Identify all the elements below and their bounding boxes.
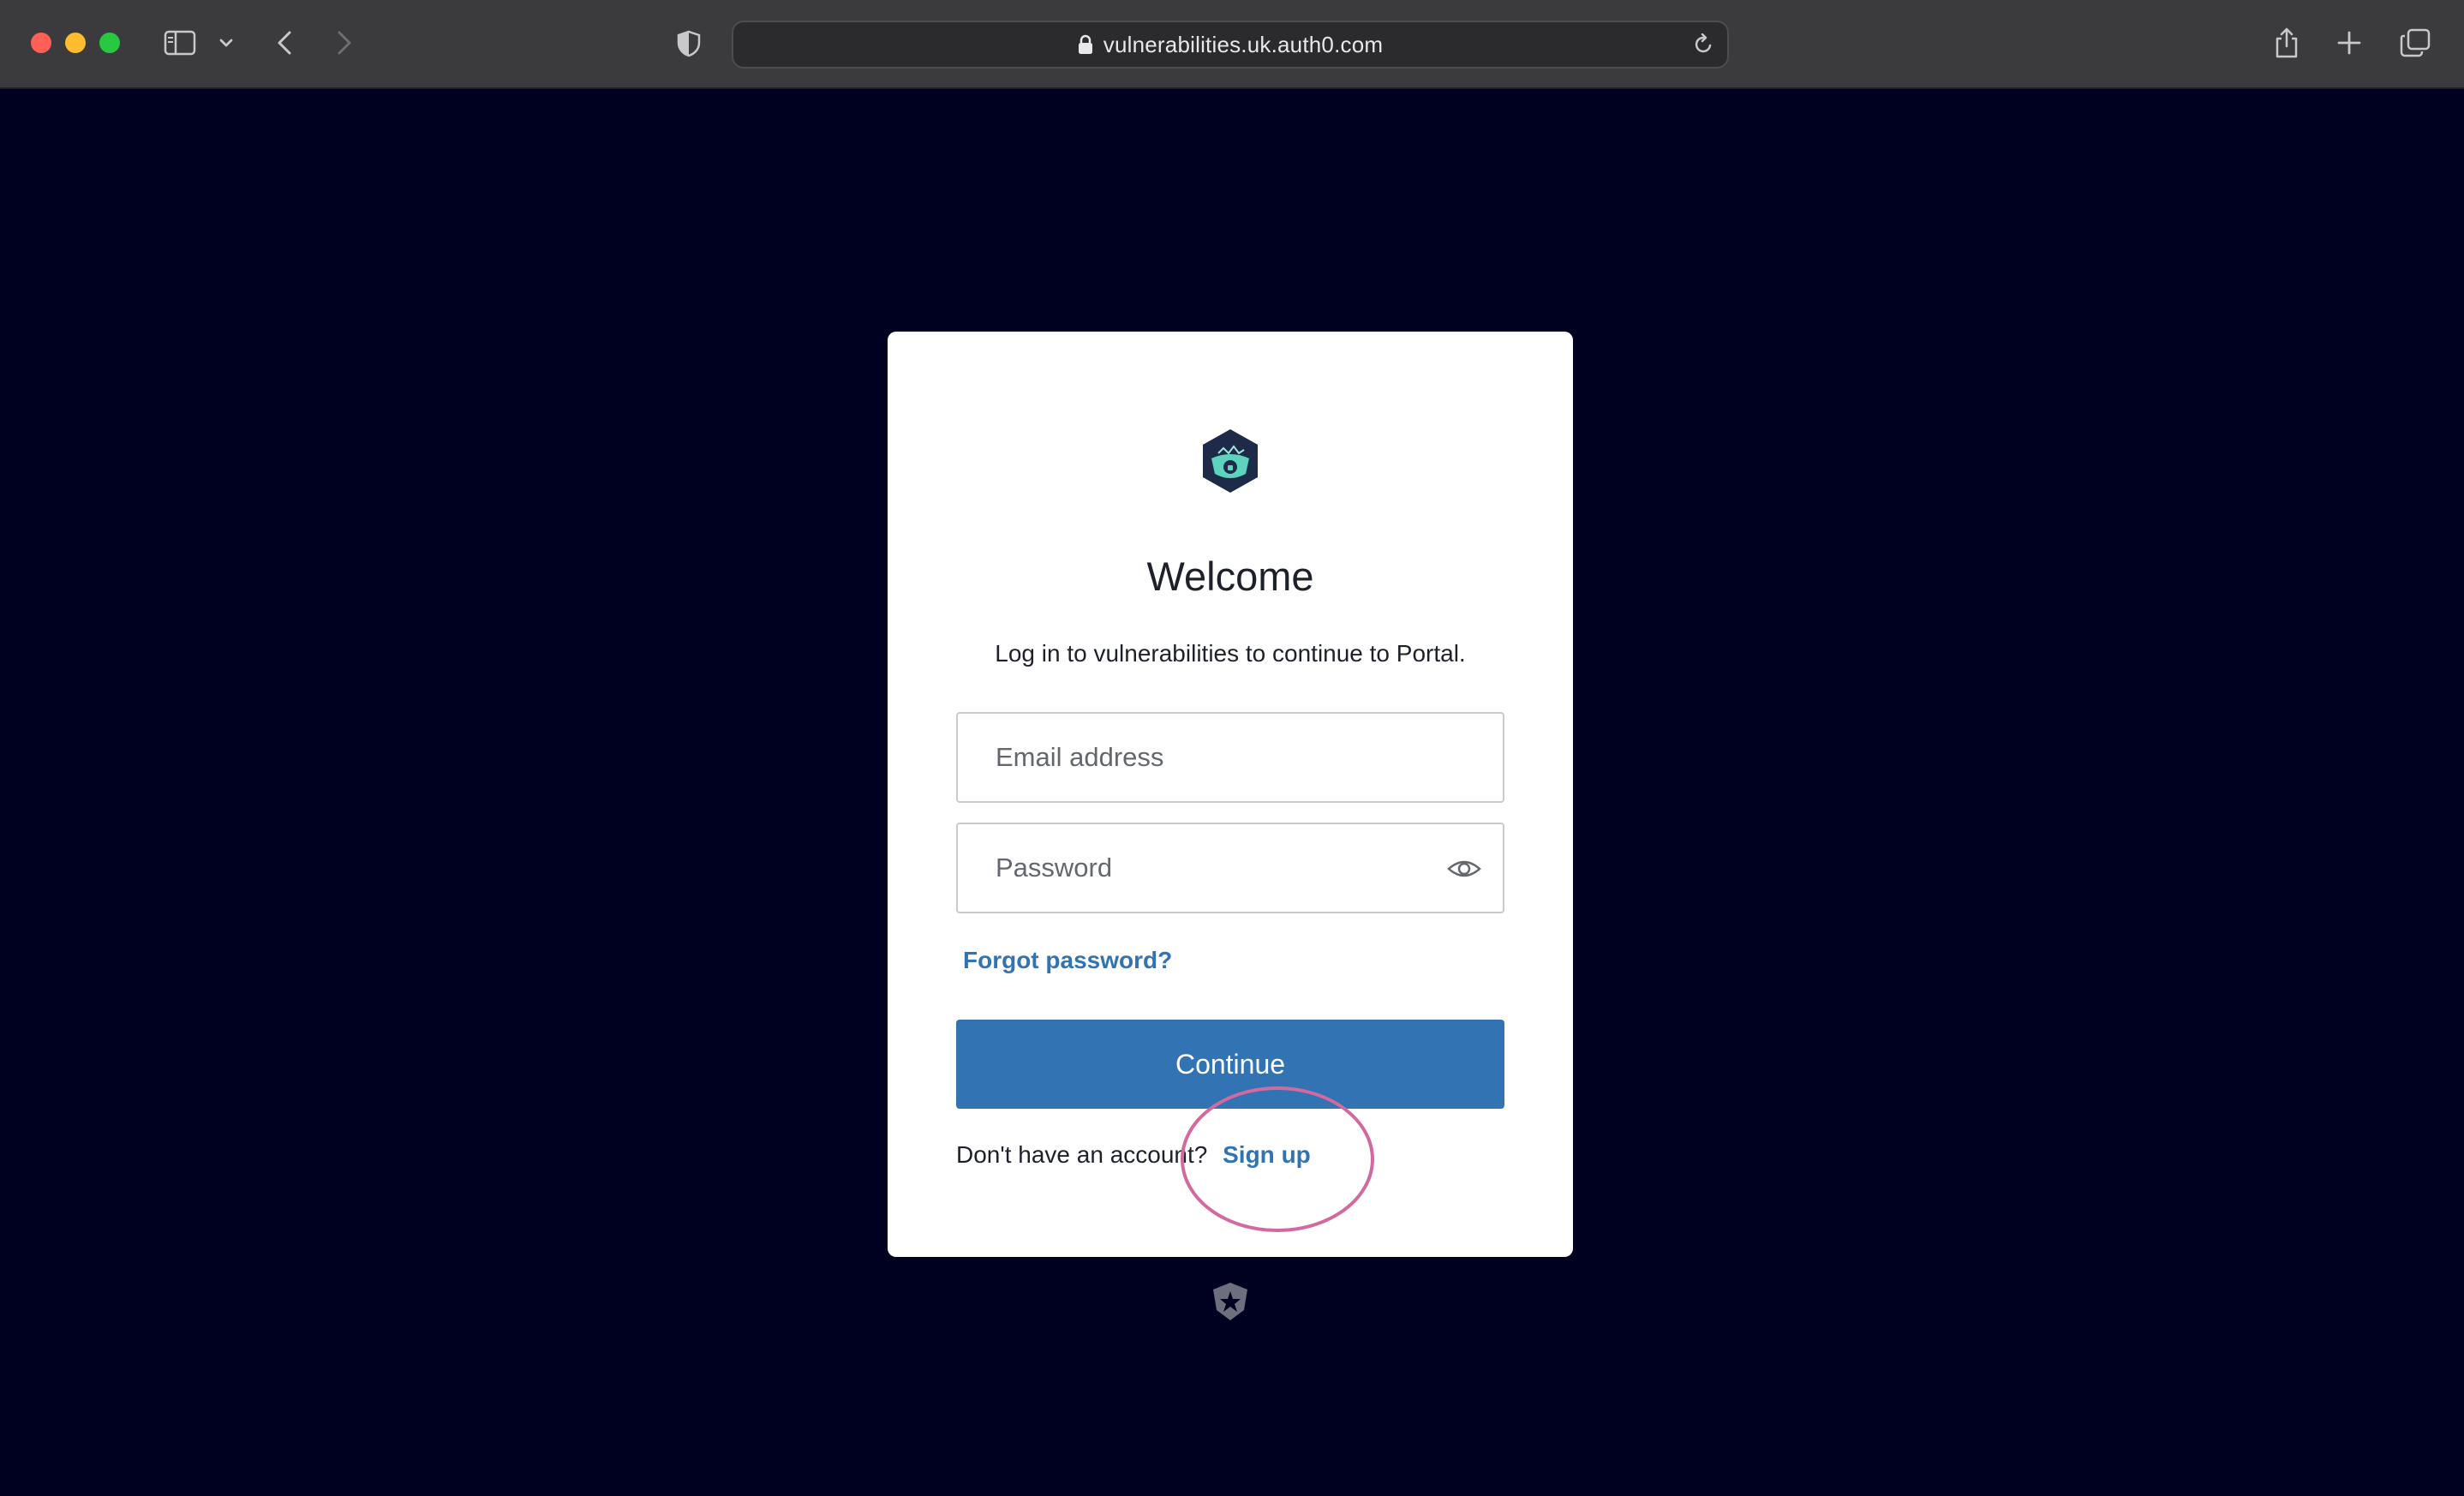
show-password-icon[interactable] xyxy=(1446,855,1482,883)
signup-prompt: Don't have an account? xyxy=(956,1141,1208,1168)
back-icon[interactable] xyxy=(272,27,296,58)
login-card: Welcome Log in to vulnerabilities to con… xyxy=(888,332,1573,1257)
signup-row: Don't have an account? Sign up xyxy=(956,1141,1311,1169)
forward-icon[interactable] xyxy=(332,27,356,58)
auth0-logo-icon xyxy=(1211,1281,1250,1322)
close-window-button[interactable] xyxy=(31,33,51,53)
tab-overview-icon[interactable] xyxy=(2399,27,2431,58)
app-logo xyxy=(1199,428,1261,494)
address-bar[interactable]: vulnerabilities.uk.auth0.com xyxy=(732,21,1729,69)
browser-toolbar: vulnerabilities.uk.auth0.com xyxy=(0,0,2464,89)
page-title: Welcome xyxy=(1146,554,1314,599)
url-text: vulnerabilities.uk.auth0.com xyxy=(1103,31,1384,57)
password-input[interactable] xyxy=(958,824,1503,912)
reload-icon[interactable] xyxy=(1693,33,1715,57)
share-icon[interactable] xyxy=(2272,26,2301,60)
page-subtitle: Log in to vulnerabilities to continue to… xyxy=(995,640,1466,667)
continue-button[interactable]: Continue xyxy=(956,1020,1504,1109)
email-field xyxy=(956,712,1504,803)
maximize-window-button[interactable] xyxy=(99,33,120,53)
shield-icon[interactable] xyxy=(675,29,703,58)
minimize-window-button[interactable] xyxy=(65,33,86,53)
sidebar-icon[interactable] xyxy=(163,29,197,57)
password-field xyxy=(956,823,1504,913)
forgot-password-link[interactable]: Forgot password? xyxy=(963,947,1172,974)
email-input[interactable] xyxy=(958,714,1503,801)
plus-icon[interactable] xyxy=(2335,29,2363,57)
chevron-down-icon[interactable] xyxy=(218,34,235,51)
lock-icon xyxy=(1078,34,1093,55)
signup-link[interactable]: Sign up xyxy=(1223,1141,1311,1168)
